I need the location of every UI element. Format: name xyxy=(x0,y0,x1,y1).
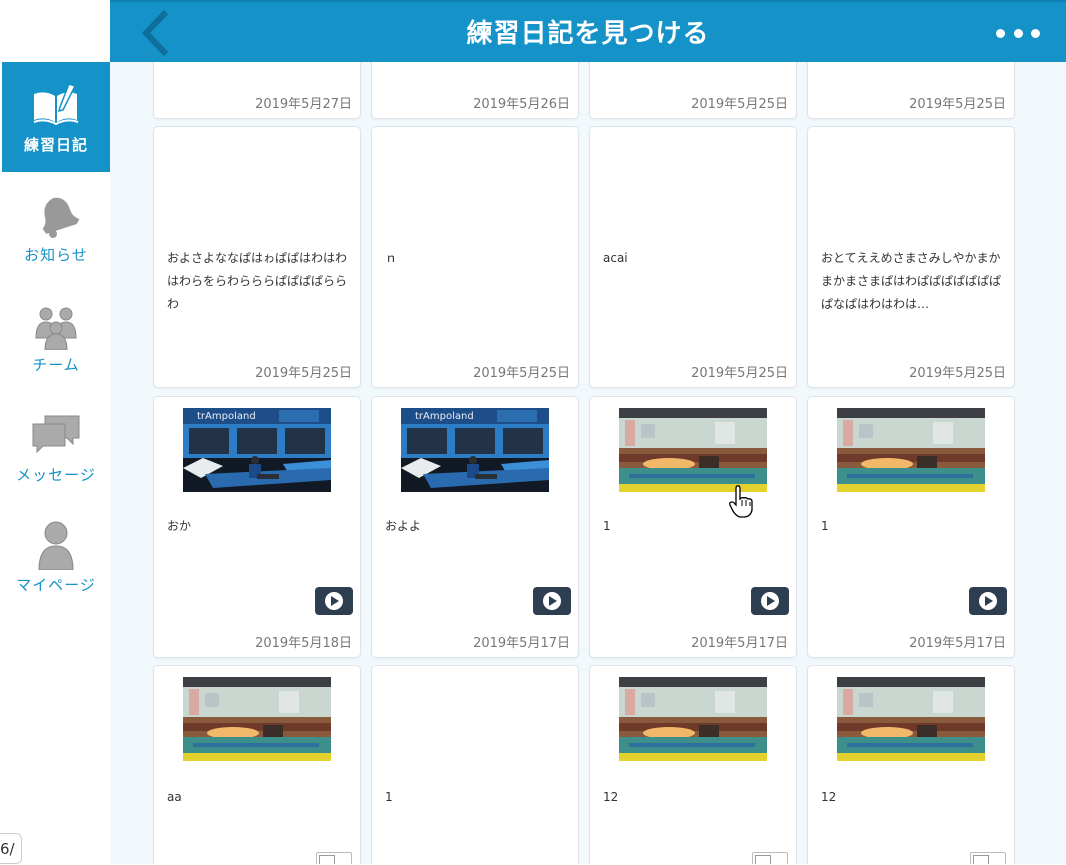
sidebar-item-label: マイページ xyxy=(16,576,96,594)
sidebar-item-diary[interactable]: 練習日記 xyxy=(2,62,110,172)
card-text: おか xyxy=(167,519,192,533)
diary-card[interactable]: 1 2019年5月17日 xyxy=(807,396,1015,658)
card-date: 2019年5月27日 xyxy=(255,97,352,112)
diary-card[interactable]: ｎ 2019年5月25日 xyxy=(371,126,579,388)
diary-card[interactable]: おとてええめさまさみしやかまかまかまさまぱはわぱぱぱぱぱぱぱぱなぱはわはわは… … xyxy=(807,126,1015,388)
play-icon[interactable] xyxy=(752,852,788,864)
card-text: 1 xyxy=(821,519,829,533)
team-icon xyxy=(35,307,77,350)
video-thumbnail xyxy=(619,677,767,761)
video-thumbnail xyxy=(837,677,985,761)
page-indicator: 6/ xyxy=(0,833,22,864)
page-title: 練習日記を見つける xyxy=(466,19,710,49)
card-date: 2019年5月25日 xyxy=(691,97,788,112)
card-date: 2019年5月17日 xyxy=(909,636,1006,651)
card-text: 12 xyxy=(821,790,837,804)
card-date: 2019年5月25日 xyxy=(473,366,570,381)
sidebar-item-mypage[interactable]: マイページ xyxy=(2,502,110,612)
video-thumbnail xyxy=(183,677,331,761)
card-date: 2019年5月17日 xyxy=(473,636,570,651)
card-text: aa xyxy=(167,790,182,804)
sidebar: 練習日記 お知らせ チーム メッセージ マイページ 6/ xyxy=(0,0,110,864)
diary-card[interactable]: 1 xyxy=(371,665,579,864)
sidebar-item-notifications[interactable]: お知らせ xyxy=(2,172,110,282)
diary-card[interactable]: およさよななぱはゎぱぱはわはわはわらをらわらららぱぱぱぱららわ 2019年5月2… xyxy=(153,126,361,388)
sidebar-item-label: 練習日記 xyxy=(23,136,88,154)
sidebar-item-team[interactable]: チーム xyxy=(2,282,110,392)
card-text: およよ xyxy=(385,519,422,533)
diary-card[interactable]: 12 xyxy=(807,665,1015,864)
card-date: 2019年5月25日 xyxy=(909,366,1006,381)
play-icon[interactable] xyxy=(970,852,1006,864)
more-options-icon[interactable] xyxy=(996,24,1040,42)
header-bar: 練習日記を見つける xyxy=(110,0,1066,62)
video-thumbnail xyxy=(183,408,331,492)
card-date: 2019年5月18日 xyxy=(255,636,352,651)
messages-icon xyxy=(32,415,80,454)
diary-card[interactable]: およよ 2019年5月17日 xyxy=(371,396,579,658)
diary-card[interactable]: 2019年5月25日 xyxy=(589,62,797,119)
sidebar-item-label: メッセージ xyxy=(16,466,96,484)
diary-grid: 2019年5月27日 2019年5月26日 2019年5月25日 2019年5月… xyxy=(110,62,1066,864)
sidebar-item-messages[interactable]: メッセージ xyxy=(2,392,110,502)
video-thumbnail xyxy=(619,408,767,492)
user-icon xyxy=(38,521,74,570)
sidebar-item-label: チーム xyxy=(32,356,80,374)
play-icon[interactable] xyxy=(751,587,789,615)
play-icon[interactable] xyxy=(316,852,352,864)
card-date: 2019年5月17日 xyxy=(691,636,788,651)
card-date: 2019年5月25日 xyxy=(691,366,788,381)
card-text: ｎ xyxy=(385,251,398,265)
card-text: おとてええめさまさみしやかまかまかまさまぱはわぱぱぱぱぱぱぱぱなぱはわはわは… xyxy=(821,251,1002,311)
card-text: 1 xyxy=(385,790,393,804)
diary-card[interactable]: 12 xyxy=(589,665,797,864)
card-date: 2019年5月25日 xyxy=(909,97,1006,112)
diary-card[interactable]: 1 2019年5月17日 xyxy=(589,396,797,658)
card-text: acai xyxy=(603,251,628,265)
diary-icon xyxy=(33,83,79,126)
diary-card[interactable]: 2019年5月26日 xyxy=(371,62,579,119)
play-icon[interactable] xyxy=(533,587,571,615)
card-text: 12 xyxy=(603,790,619,804)
diary-card[interactable]: おか 2019年5月18日 xyxy=(153,396,361,658)
sidebar-item-label: お知らせ xyxy=(24,246,88,264)
diary-card[interactable]: 2019年5月25日 xyxy=(807,62,1015,119)
card-text: およさよななぱはゎぱぱはわはわはわらをらわらららぱぱぱぱららわ xyxy=(167,251,348,311)
hand-cursor-icon xyxy=(729,485,753,518)
play-icon[interactable] xyxy=(315,587,353,615)
video-thumbnail xyxy=(837,408,985,492)
card-date: 2019年5月26日 xyxy=(473,97,570,112)
bell-icon xyxy=(42,197,80,238)
diary-card[interactable]: acai 2019年5月25日 xyxy=(589,126,797,388)
play-icon[interactable] xyxy=(969,587,1007,615)
video-thumbnail xyxy=(401,408,549,492)
diary-card[interactable]: 2019年5月27日 xyxy=(153,62,361,119)
diary-card[interactable]: aa xyxy=(153,665,361,864)
card-text: 1 xyxy=(603,519,611,533)
card-date: 2019年5月25日 xyxy=(255,366,352,381)
